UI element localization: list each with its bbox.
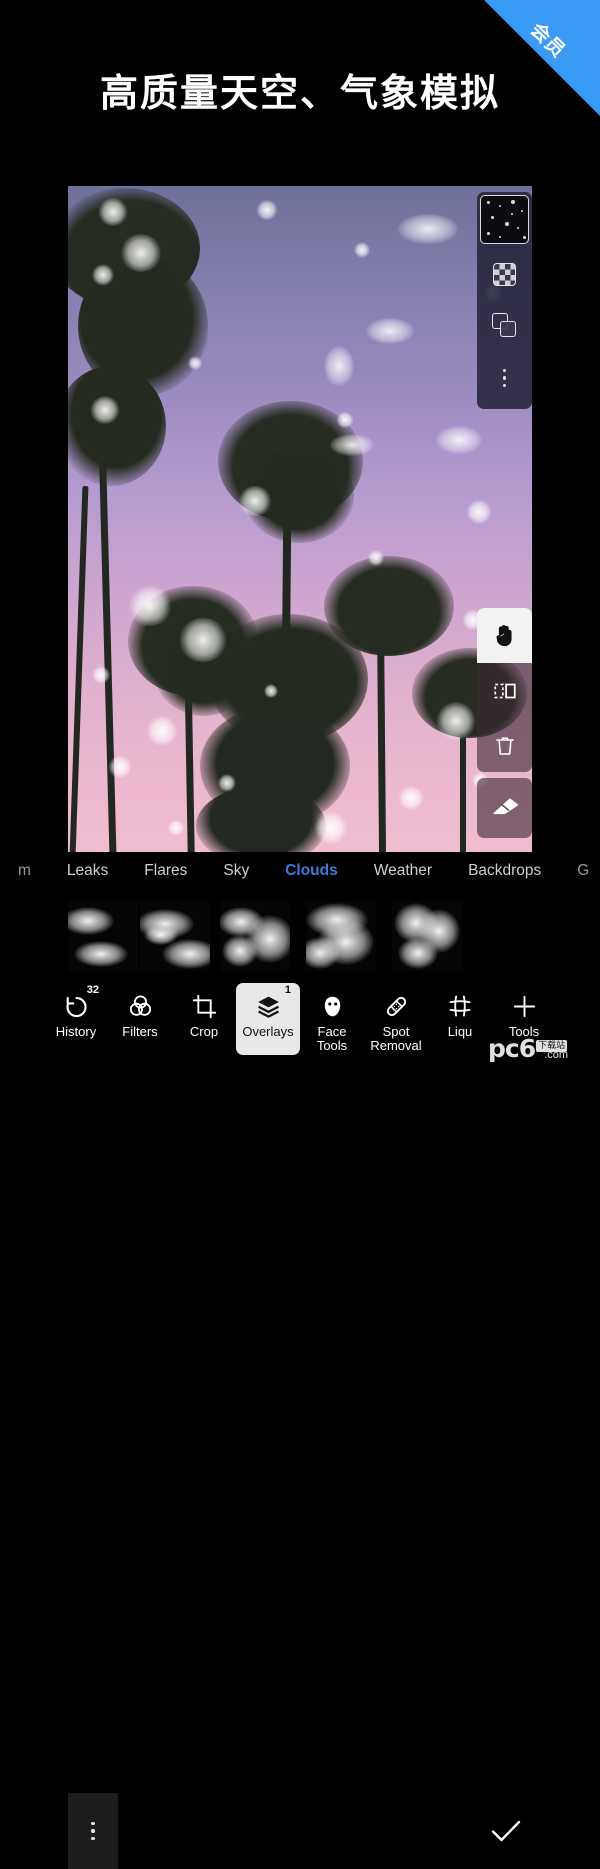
palm-crown — [324, 556, 454, 656]
palm-crown — [244, 448, 354, 543]
face-icon — [320, 991, 345, 1021]
eraser-panel[interactable] — [477, 778, 532, 838]
palm-trunk — [98, 435, 117, 852]
cloud-thumbnail-3[interactable] — [220, 901, 290, 971]
speckle — [505, 222, 509, 226]
duplicate-layer-button[interactable] — [477, 300, 532, 352]
speckle — [491, 216, 494, 219]
cloud-thumbnail-4[interactable] — [306, 901, 376, 971]
cloud-thumbnail-1[interactable] — [68, 901, 138, 971]
tab-clouds[interactable]: Clouds — [267, 862, 356, 880]
toolbar-label-filters: Filters — [122, 1024, 158, 1039]
delete-button[interactable] — [477, 718, 532, 773]
bokeh-blob — [466, 500, 492, 524]
toolbar-item-history[interactable]: 32 History — [44, 983, 108, 1055]
toolbar-item-liquify[interactable]: Liqu — [428, 983, 492, 1055]
overlay-thumbnail[interactable] — [480, 195, 529, 244]
overlay-thumbnail-strip[interactable] — [0, 895, 600, 1869]
bokeh-blob — [398, 786, 424, 810]
editor-canvas[interactable] — [68, 186, 532, 852]
tab-leaks[interactable]: Leaks — [49, 862, 126, 880]
toolbar-label-overlays: Overlays — [242, 1024, 294, 1039]
watermark-com-text: .com — [544, 1049, 568, 1061]
speckle — [499, 236, 501, 238]
cloud-thumbnail-5[interactable] — [392, 901, 462, 971]
speckle — [523, 236, 526, 239]
toolbar-item-crop[interactable]: Crop — [172, 983, 236, 1055]
bokeh-blob — [168, 820, 184, 836]
canvas-tool-panel[interactable] — [477, 608, 532, 772]
trash-icon — [495, 736, 514, 755]
cloud-thumbnail-2[interactable] — [140, 901, 210, 971]
layer-more-button[interactable] — [477, 352, 532, 404]
toolbar-label-face-tools: Face Tools — [316, 1024, 348, 1053]
tab-flares[interactable]: Flares — [126, 862, 205, 880]
speckle — [499, 205, 501, 207]
layers-icon — [255, 991, 282, 1021]
overlays-badge: 1 — [284, 984, 291, 996]
toolbar-label-spot-removal: Spot Removal — [370, 1024, 422, 1053]
speckle — [517, 227, 519, 229]
toolbar-item-filters[interactable]: Filters — [108, 983, 172, 1055]
duplicate-icon — [491, 313, 518, 339]
crop-icon — [191, 991, 218, 1021]
more-vertical-icon — [91, 1822, 95, 1840]
flip-horizontal-icon — [493, 683, 516, 698]
bandage-icon — [383, 991, 410, 1021]
vip-ribbon: 会员 — [484, 0, 600, 116]
cloud-blob — [366, 318, 414, 344]
flip-button[interactable] — [477, 663, 532, 718]
speckle — [521, 210, 523, 212]
more-vertical-icon — [502, 369, 507, 387]
checkerboard-icon — [493, 262, 516, 286]
tab-weather[interactable]: Weather — [356, 862, 450, 880]
toolbar-label-liquify: Liqu — [447, 1024, 473, 1039]
undo-history-icon — [63, 991, 90, 1021]
tab-grain[interactable]: G — [559, 862, 600, 880]
hand-icon — [496, 625, 512, 647]
confirm-button[interactable] — [478, 1807, 534, 1855]
cloud-blob — [398, 214, 458, 244]
promo-header: 高质量天空、气象模拟 会员 — [0, 0, 600, 186]
liquify-mesh-icon — [447, 991, 473, 1021]
toolbar-item-overlays[interactable]: 1 Overlays — [236, 983, 300, 1055]
toolbar-item-spot-removal[interactable]: Spot Removal — [364, 983, 428, 1055]
toolbar-label-history: History — [55, 1024, 97, 1039]
cloud-blob — [436, 426, 482, 454]
tab-sky[interactable]: Sky — [205, 862, 267, 880]
category-tab-bar[interactable]: m Leaks Flares Sky Clouds Weather Backdr… — [0, 853, 600, 889]
tab-film[interactable]: m — [0, 862, 49, 880]
speckle — [487, 232, 490, 235]
bokeh-blob — [354, 242, 370, 258]
mask-button[interactable] — [477, 248, 532, 300]
plus-icon — [511, 991, 538, 1021]
toolbar-label-crop: Crop — [189, 1024, 219, 1039]
pan-tool-button[interactable] — [477, 608, 532, 663]
tab-backdrops[interactable]: Backdrops — [450, 862, 559, 880]
speckle — [511, 213, 513, 215]
toolbar-item-face-tools[interactable]: Face Tools — [300, 983, 364, 1055]
bokeh-blob — [146, 716, 178, 746]
thumbnail-menu-button[interactable] — [68, 1793, 118, 1869]
palm-trunk — [69, 486, 89, 852]
pc6-watermark: pc6 下载站 .com — [488, 1036, 594, 1061]
eraser-icon — [492, 798, 518, 815]
watermark-text: pc6 — [488, 1034, 536, 1063]
layer-panel[interactable] — [477, 192, 532, 409]
speckle — [511, 200, 515, 204]
history-badge: 32 — [86, 984, 99, 996]
cloud-blob — [324, 346, 354, 386]
speckle — [487, 201, 490, 204]
check-icon — [491, 1820, 521, 1842]
bokeh-blob — [256, 200, 278, 220]
filters-circles-icon — [127, 991, 154, 1021]
